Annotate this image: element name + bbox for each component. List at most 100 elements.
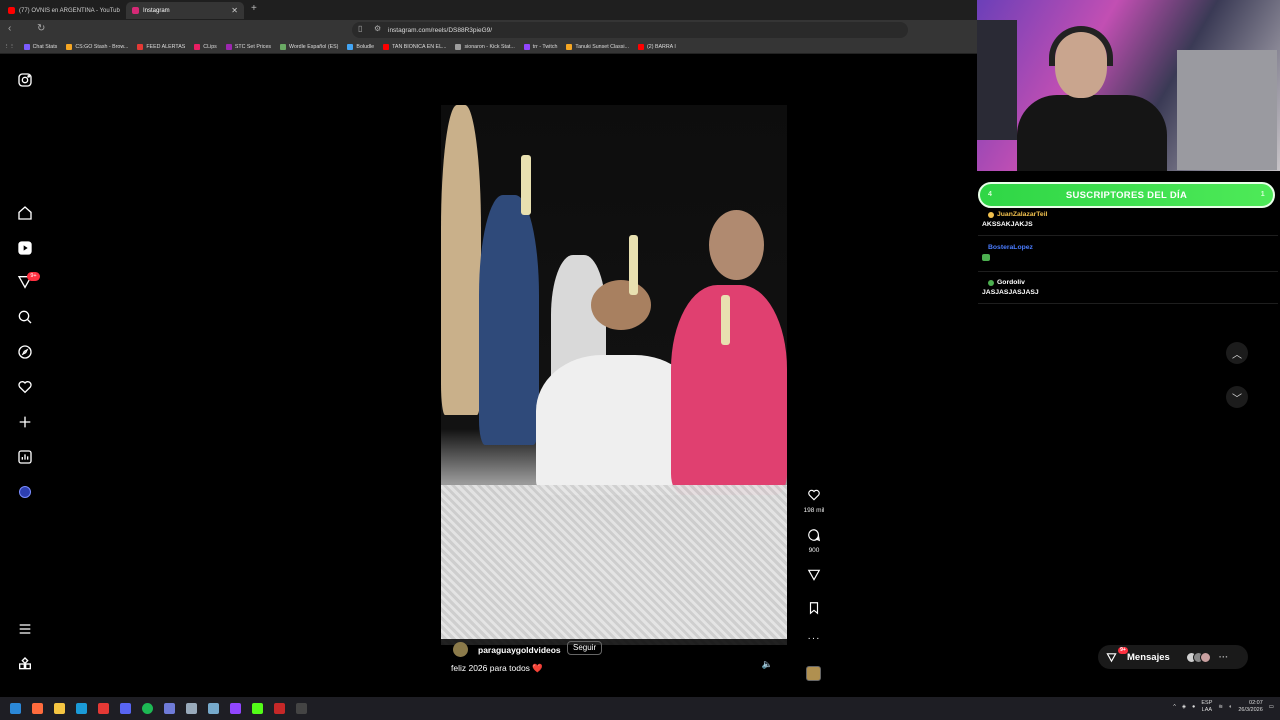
bookmark-label: CLips	[203, 43, 217, 50]
twitch-icon[interactable]	[230, 703, 241, 714]
chat-username-text: BosteraLopez	[988, 244, 1033, 251]
brave-icon[interactable]	[32, 703, 43, 714]
bookmark-item[interactable]: Boludle	[347, 43, 374, 50]
chevron-up-icon: ︿	[1232, 349, 1242, 361]
messages-button[interactable]: 9+ Mensajes ···	[1098, 645, 1248, 669]
reload-icon[interactable]: ↻	[37, 23, 45, 34]
back-icon[interactable]: ‹	[8, 23, 11, 34]
volume-icon[interactable]: ◐	[1229, 704, 1232, 710]
tab-label: Instagram	[143, 7, 170, 14]
kick-icon[interactable]	[252, 703, 263, 714]
bookmark-label: Tanuki Sunset Classi...	[575, 43, 630, 50]
system-tray: ^ ◈ ● ESP LAA ≋ ◐ 02:07 26/3/2026 ▭	[1173, 700, 1274, 714]
address-bar[interactable]: ▯ ⚙ instagram.com/reels/DS88R3pieG9/	[352, 22, 908, 38]
more-menu-icon[interactable]	[16, 620, 34, 638]
audio-thumbnail[interactable]	[806, 666, 821, 681]
app-icon[interactable]	[186, 703, 197, 714]
obs-icon[interactable]	[274, 703, 285, 714]
reel-player[interactable]: paraguaygoldvideos Seguir feliz 2026 par…	[441, 67, 787, 683]
notification-badge: 9+	[27, 272, 40, 281]
site-info-icon[interactable]: ⚙	[374, 24, 381, 33]
bookmark-item[interactable]: TAN BIONICA EN EL...	[383, 43, 447, 50]
tab-label: (77) OVNIS en ARGENTINA - YouTub	[19, 7, 120, 14]
notifications-icon[interactable]: ▭	[1269, 704, 1274, 710]
champagne-glass	[629, 235, 638, 295]
bookmark-item[interactable]: CS:GO Stash - Brow...	[66, 43, 128, 50]
clock[interactable]: 02:07 26/3/2026	[1238, 700, 1262, 714]
bookmark-item[interactable]: FEED ALERTAS	[137, 43, 186, 50]
close-tab-icon[interactable]: ✕	[231, 6, 238, 15]
apps-grid-icon[interactable]: ⋮⋮	[4, 44, 15, 50]
spotify-icon[interactable]	[142, 703, 153, 714]
wifi-icon[interactable]: ≋	[1218, 704, 1223, 710]
creator-username[interactable]: paraguaygoldvideos	[478, 645, 561, 655]
tab-instagram[interactable]: Instagram ✕	[126, 2, 244, 19]
bookmark-favicon-icon	[455, 43, 462, 50]
comment-button[interactable]	[806, 528, 822, 547]
discord-icon[interactable]	[120, 703, 131, 714]
time-text: 02:07	[1249, 700, 1263, 706]
reel-video[interactable]	[441, 105, 787, 645]
banner-title: SUSCRIPTORES DEL DÍA	[1065, 189, 1188, 201]
instagram-logo-icon[interactable]	[16, 71, 34, 89]
bookmark-favicon-icon	[347, 43, 354, 50]
create-plus-icon[interactable]	[16, 413, 34, 431]
file-explorer-icon[interactable]	[54, 703, 65, 714]
mic-icon[interactable]: ●	[1192, 704, 1195, 710]
bookmark-item[interactable]: Chat Stats	[23, 43, 57, 50]
bookmark-favicon-icon	[383, 43, 390, 50]
explore-icon[interactable]	[16, 343, 34, 361]
home-icon[interactable]	[16, 204, 34, 222]
chat-message: JuanZalazarTeil AKSSAKJAKJS	[978, 211, 1278, 236]
bookmark-star-icon[interactable]: ▯	[358, 24, 362, 33]
bookmark-item[interactable]: Wordle Español (ES)	[280, 43, 338, 50]
bookmark-item[interactable]: (2) BARRA I	[638, 43, 676, 50]
tab-youtube[interactable]: (77) OVNIS en ARGENTINA - YouTub	[2, 2, 124, 19]
avatar	[1199, 651, 1211, 663]
dashboard-icon[interactable]	[16, 448, 34, 466]
sub-count-left: 4	[988, 191, 993, 198]
steam-icon[interactable]	[76, 703, 87, 714]
app-icon[interactable]	[98, 703, 109, 714]
bookmark-item[interactable]: Tanuki Sunset Classi...	[566, 43, 630, 50]
bookmark-item[interactable]: CLips	[194, 43, 217, 50]
app-icon[interactable]	[164, 703, 175, 714]
reel-info-bar: paraguaygoldvideos Seguir feliz 2026 par…	[441, 639, 787, 683]
bookmark-label: (2) BARRA I	[647, 43, 676, 50]
reels-icon[interactable]	[16, 239, 34, 257]
heart-icon[interactable]	[16, 378, 34, 396]
creator-avatar[interactable]	[453, 642, 468, 657]
chat-username: JuanZalazarTeil	[978, 211, 1278, 218]
chat-message: BosteraLopez	[978, 244, 1278, 272]
bookmark-label: FEED ALERTAS	[146, 43, 186, 50]
app-icon[interactable]	[296, 703, 307, 714]
share-button[interactable]	[806, 568, 822, 587]
follow-button[interactable]: Seguir	[567, 641, 603, 655]
sub-badge-icon	[988, 279, 994, 286]
windows-start-icon[interactable]	[10, 703, 21, 714]
bookmark-item[interactable]: sionaron - Kick Stat...	[455, 43, 515, 50]
also-from-meta-icon[interactable]	[16, 655, 34, 673]
person-figure	[479, 195, 539, 445]
chevron-up-icon[interactable]: ^	[1173, 704, 1176, 710]
save-button[interactable]	[806, 601, 822, 620]
app-icon[interactable]	[208, 703, 219, 714]
bookmark-item[interactable]: STC Set Prices	[225, 43, 271, 50]
person-face	[591, 280, 651, 330]
previous-reel-button[interactable]: ︿	[1226, 342, 1248, 364]
network-icon[interactable]: ◈	[1182, 704, 1186, 710]
mute-icon[interactable]: 🔈	[762, 659, 773, 670]
profile-avatar-icon[interactable]	[16, 483, 34, 501]
bookmark-label: sionaron - Kick Stat...	[464, 43, 515, 50]
next-reel-button[interactable]: ﹀	[1226, 386, 1248, 408]
streamer-body	[1017, 95, 1167, 171]
more-options-icon[interactable]: ···	[806, 633, 822, 644]
taskbar	[0, 697, 1280, 720]
like-button[interactable]	[806, 488, 822, 507]
bookmark-label: TAN BIONICA EN EL...	[392, 43, 447, 50]
language-indicator[interactable]: ESP LAA	[1201, 700, 1212, 714]
search-icon[interactable]	[16, 308, 34, 326]
bookmark-item[interactable]: trr - Twitch	[523, 43, 557, 50]
new-tab-button[interactable]: +	[251, 3, 257, 14]
more-icon[interactable]: ···	[1219, 652, 1229, 663]
